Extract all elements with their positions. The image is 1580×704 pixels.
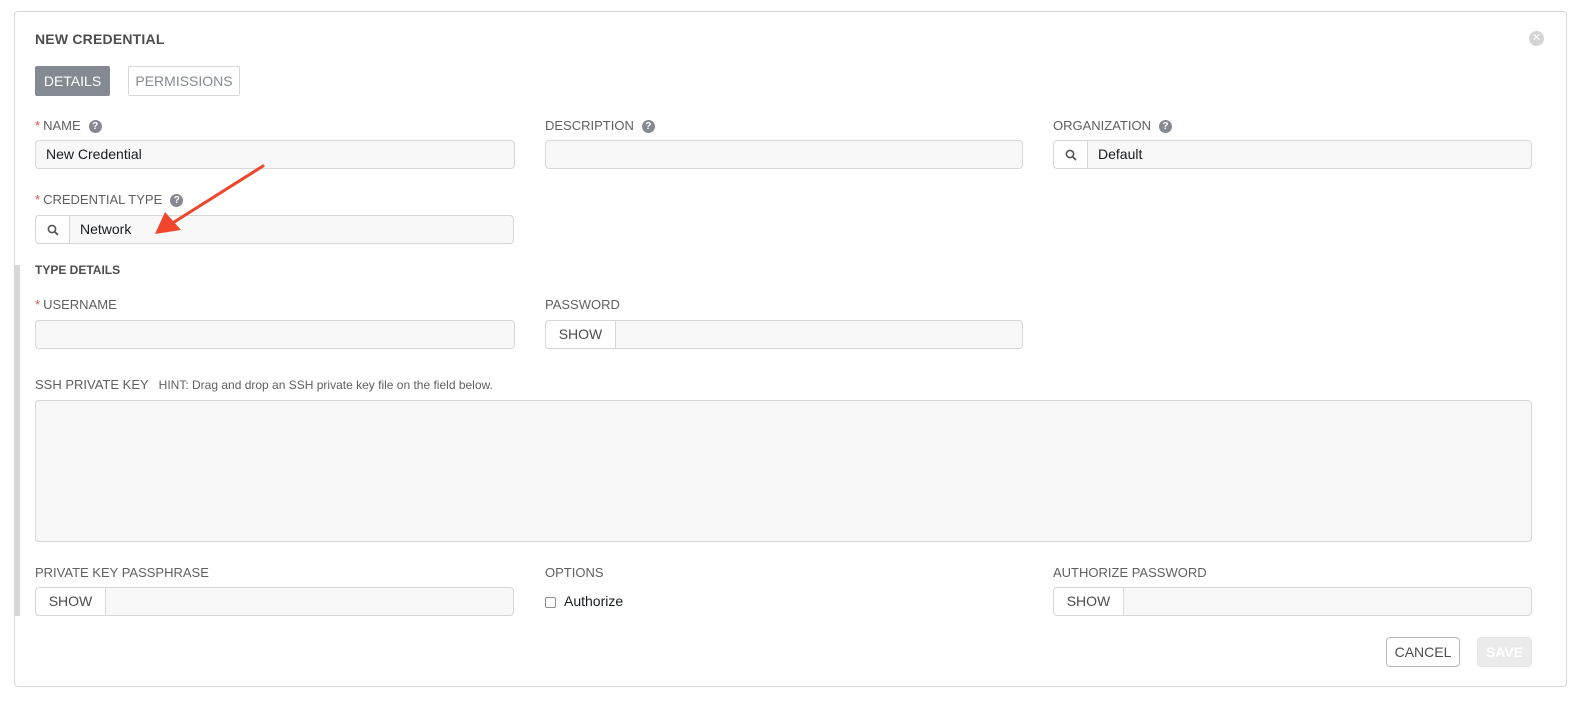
annotation-arrow-icon [155,164,265,234]
tab-details[interactable]: DETAILS [35,66,110,96]
required-marker: * [35,297,41,312]
type-details-bar [15,265,20,616]
help-icon[interactable]: ? [641,120,655,133]
cancel-button[interactable]: CANCEL [1386,637,1460,667]
name-label: * NAME? [35,118,102,133]
password-input[interactable] [616,321,1022,348]
close-icon[interactable]: ✕ [1529,31,1544,46]
new-credential-panel: NEW CREDENTIAL ✕ DETAILS PERMISSIONS * NA… [14,11,1567,687]
authorize-password-show-button[interactable]: SHOW [1054,588,1124,615]
passphrase-input[interactable] [106,588,513,615]
help-icon[interactable]: ? [88,120,102,133]
authorize-checkbox[interactable] [545,597,556,608]
type-details-title: TYPE DETAILS [35,263,121,277]
required-marker: * [35,118,41,133]
ssh-private-key-label: SSH PRIVATE KEY HINT: Drag and drop an SS… [35,377,493,392]
organization-lookup[interactable]: Default [1053,140,1532,169]
tab-permissions[interactable]: PERMISSIONS [128,66,240,96]
password-label: PASSWORD [545,297,620,312]
save-button[interactable]: SAVE [1477,637,1532,667]
username-input[interactable] [35,320,515,349]
name-input[interactable]: New Credential [35,140,515,169]
organization-label: ORGANIZATION? [1053,118,1172,133]
authorize-password-field-group: SHOW [1053,587,1532,616]
authorize-password-label: AUTHORIZE PASSWORD [1053,565,1207,580]
description-label: DESCRIPTION? [545,118,655,133]
password-show-button[interactable]: SHOW [546,321,616,348]
ssh-private-key-textarea[interactable] [35,400,1532,542]
passphrase-show-button[interactable]: SHOW [36,588,106,615]
help-icon[interactable]: ? [1158,120,1172,133]
panel-title: NEW CREDENTIAL [35,31,165,47]
search-icon[interactable] [36,216,70,243]
username-label: * USERNAME [35,297,117,312]
ssh-key-hint: HINT: Drag and drop an SSH private key f… [158,378,493,392]
required-marker: * [35,192,41,207]
authorize-password-input[interactable] [1124,588,1531,615]
password-field-group: SHOW [545,320,1023,349]
credential-type-value[interactable]: Network [70,216,513,243]
search-icon[interactable] [1054,141,1088,168]
options-label: OPTIONS [545,565,604,580]
organization-value[interactable]: Default [1088,141,1531,168]
description-input[interactable] [545,140,1023,169]
authorize-label[interactable]: Authorize [564,593,623,609]
private-key-passphrase-label: PRIVATE KEY PASSPHRASE [35,565,209,580]
passphrase-field-group: SHOW [35,587,514,616]
